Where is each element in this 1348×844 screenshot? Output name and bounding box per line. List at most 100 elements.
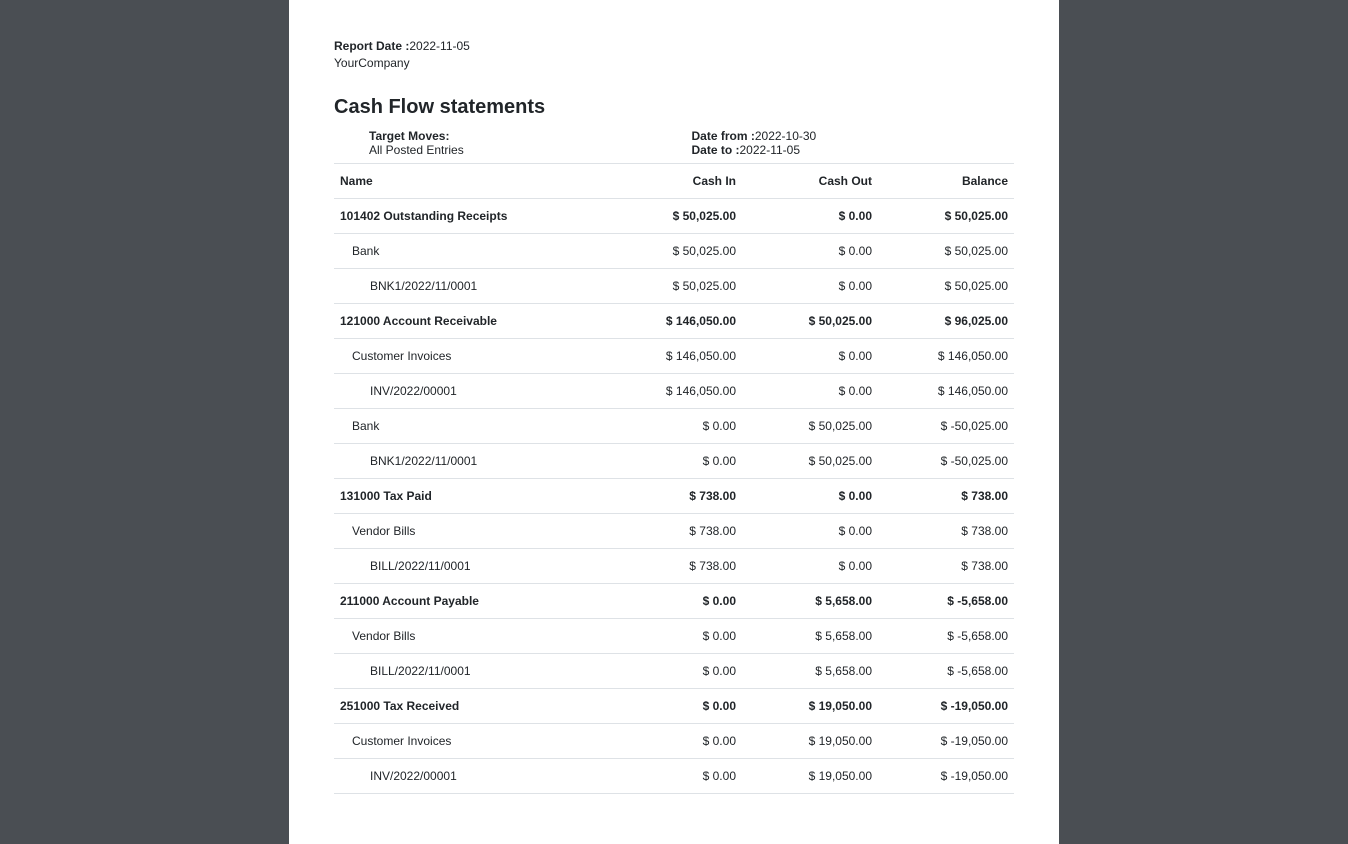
- table-row: Customer Invoices$ 0.00$ 19,050.00$ -19,…: [334, 723, 1014, 758]
- cell-balance: $ 146,050.00: [878, 373, 1014, 408]
- report-params: Target Moves: All Posted Entries Date fr…: [334, 129, 1014, 164]
- table-row: BNK1/2022/11/0001$ 0.00$ 50,025.00$ -50,…: [334, 443, 1014, 478]
- cell-balance: $ -19,050.00: [878, 758, 1014, 793]
- table-row: BILL/2022/11/0001$ 738.00$ 0.00$ 738.00: [334, 548, 1014, 583]
- cell-cash-out: $ 19,050.00: [742, 688, 878, 723]
- cell-name: Vendor Bills: [334, 513, 606, 548]
- cell-cash-in: $ 738.00: [606, 548, 742, 583]
- cell-balance: $ 738.00: [878, 478, 1014, 513]
- col-balance: Balance: [878, 164, 1014, 199]
- cell-cash-out: $ 19,050.00: [742, 723, 878, 758]
- cell-name: BNK1/2022/11/0001: [334, 443, 606, 478]
- col-cash-in: Cash In: [606, 164, 742, 199]
- table-row: INV/2022/00001$ 0.00$ 19,050.00$ -19,050…: [334, 758, 1014, 793]
- cell-balance: $ 50,025.00: [878, 233, 1014, 268]
- report-title: Cash Flow statements: [334, 96, 1014, 119]
- target-moves-line: Target Moves:: [369, 129, 692, 143]
- cell-cash-in: $ 0.00: [606, 443, 742, 478]
- cell-cash-out: $ 50,025.00: [742, 443, 878, 478]
- table-row: Customer Invoices$ 146,050.00$ 0.00$ 146…: [334, 338, 1014, 373]
- table-row: Vendor Bills$ 0.00$ 5,658.00$ -5,658.00: [334, 618, 1014, 653]
- cell-balance: $ -5,658.00: [878, 583, 1014, 618]
- table-row: Bank$ 50,025.00$ 0.00$ 50,025.00: [334, 233, 1014, 268]
- cell-balance: $ -50,025.00: [878, 408, 1014, 443]
- cell-cash-in: $ 50,025.00: [606, 268, 742, 303]
- cell-name: 211000 Account Payable: [334, 583, 606, 618]
- date-to-label: Date to :: [692, 143, 740, 157]
- cell-balance: $ -50,025.00: [878, 443, 1014, 478]
- cell-balance: $ -5,658.00: [878, 653, 1014, 688]
- cell-name: Vendor Bills: [334, 618, 606, 653]
- table-row: INV/2022/00001$ 146,050.00$ 0.00$ 146,05…: [334, 373, 1014, 408]
- cell-name: 251000 Tax Received: [334, 688, 606, 723]
- cell-balance: $ 96,025.00: [878, 303, 1014, 338]
- cell-cash-out: $ 5,658.00: [742, 653, 878, 688]
- cell-name: Customer Invoices: [334, 723, 606, 758]
- col-name: Name: [334, 164, 606, 199]
- table-row: Bank$ 0.00$ 50,025.00$ -50,025.00: [334, 408, 1014, 443]
- cell-cash-out: $ 0.00: [742, 478, 878, 513]
- cell-cash-in: $ 0.00: [606, 688, 742, 723]
- cell-cash-out: $ 0.00: [742, 513, 878, 548]
- cell-cash-out: $ 19,050.00: [742, 758, 878, 793]
- table-row: Vendor Bills$ 738.00$ 0.00$ 738.00: [334, 513, 1014, 548]
- cell-cash-in: $ 738.00: [606, 513, 742, 548]
- table-row: 121000 Account Receivable$ 146,050.00$ 5…: [334, 303, 1014, 338]
- date-from-line: Date from :2022-10-30: [692, 129, 1015, 143]
- table-row: 251000 Tax Received$ 0.00$ 19,050.00$ -1…: [334, 688, 1014, 723]
- cell-cash-in: $ 146,050.00: [606, 373, 742, 408]
- cell-cash-in: $ 146,050.00: [606, 303, 742, 338]
- report-date-label: Report Date :: [334, 39, 409, 53]
- cell-cash-out: $ 0.00: [742, 373, 878, 408]
- report-page: Report Date :2022-11-05 YourCompany Cash…: [289, 0, 1059, 844]
- cell-cash-in: $ 146,050.00: [606, 338, 742, 373]
- cell-name: 131000 Tax Paid: [334, 478, 606, 513]
- date-from-label: Date from :: [692, 129, 755, 143]
- date-to-value: 2022-11-05: [740, 143, 801, 157]
- cell-cash-out: $ 50,025.00: [742, 408, 878, 443]
- cell-cash-out: $ 5,658.00: [742, 618, 878, 653]
- cashflow-table: Name Cash In Cash Out Balance 101402 Out…: [334, 164, 1014, 794]
- table-row: 131000 Tax Paid$ 738.00$ 0.00$ 738.00: [334, 478, 1014, 513]
- cell-balance: $ -5,658.00: [878, 618, 1014, 653]
- report-meta: Report Date :2022-11-05 YourCompany: [334, 38, 1014, 72]
- cell-name: INV/2022/00001: [334, 373, 606, 408]
- params-left: Target Moves: All Posted Entries: [369, 129, 692, 157]
- cell-cash-in: $ 0.00: [606, 408, 742, 443]
- table-row: BNK1/2022/11/0001$ 50,025.00$ 0.00$ 50,0…: [334, 268, 1014, 303]
- cell-name: INV/2022/00001: [334, 758, 606, 793]
- cell-balance: $ 738.00: [878, 513, 1014, 548]
- report-date-line: Report Date :2022-11-05: [334, 38, 1014, 55]
- target-moves-value: All Posted Entries: [369, 143, 692, 157]
- cell-cash-in: $ 50,025.00: [606, 198, 742, 233]
- date-from-value: 2022-10-30: [755, 129, 816, 143]
- cell-cash-in: $ 738.00: [606, 478, 742, 513]
- table-row: BILL/2022/11/0001$ 0.00$ 5,658.00$ -5,65…: [334, 653, 1014, 688]
- col-cash-out: Cash Out: [742, 164, 878, 199]
- cell-cash-in: $ 0.00: [606, 758, 742, 793]
- table-row: 211000 Account Payable$ 0.00$ 5,658.00$ …: [334, 583, 1014, 618]
- cell-cash-in: $ 50,025.00: [606, 233, 742, 268]
- cell-cash-out: $ 50,025.00: [742, 303, 878, 338]
- cell-name: BILL/2022/11/0001: [334, 548, 606, 583]
- company-name: YourCompany: [334, 55, 1014, 72]
- cell-cash-out: $ 0.00: [742, 233, 878, 268]
- cell-balance: $ 50,025.00: [878, 198, 1014, 233]
- cell-name: 121000 Account Receivable: [334, 303, 606, 338]
- cell-cash-in: $ 0.00: [606, 583, 742, 618]
- cell-cash-in: $ 0.00: [606, 653, 742, 688]
- cell-balance: $ 146,050.00: [878, 338, 1014, 373]
- cell-name: BILL/2022/11/0001: [334, 653, 606, 688]
- cell-cash-out: $ 0.00: [742, 548, 878, 583]
- cell-cash-in: $ 0.00: [606, 723, 742, 758]
- cell-cash-out: $ 0.00: [742, 268, 878, 303]
- table-header-row: Name Cash In Cash Out Balance: [334, 164, 1014, 199]
- cell-cash-out: $ 0.00: [742, 338, 878, 373]
- cell-cash-out: $ 0.00: [742, 198, 878, 233]
- report-date-value: 2022-11-05: [409, 39, 470, 53]
- cell-name: Customer Invoices: [334, 338, 606, 373]
- cell-balance: $ -19,050.00: [878, 688, 1014, 723]
- cell-name: Bank: [334, 233, 606, 268]
- cell-cash-out: $ 5,658.00: [742, 583, 878, 618]
- cell-balance: $ 50,025.00: [878, 268, 1014, 303]
